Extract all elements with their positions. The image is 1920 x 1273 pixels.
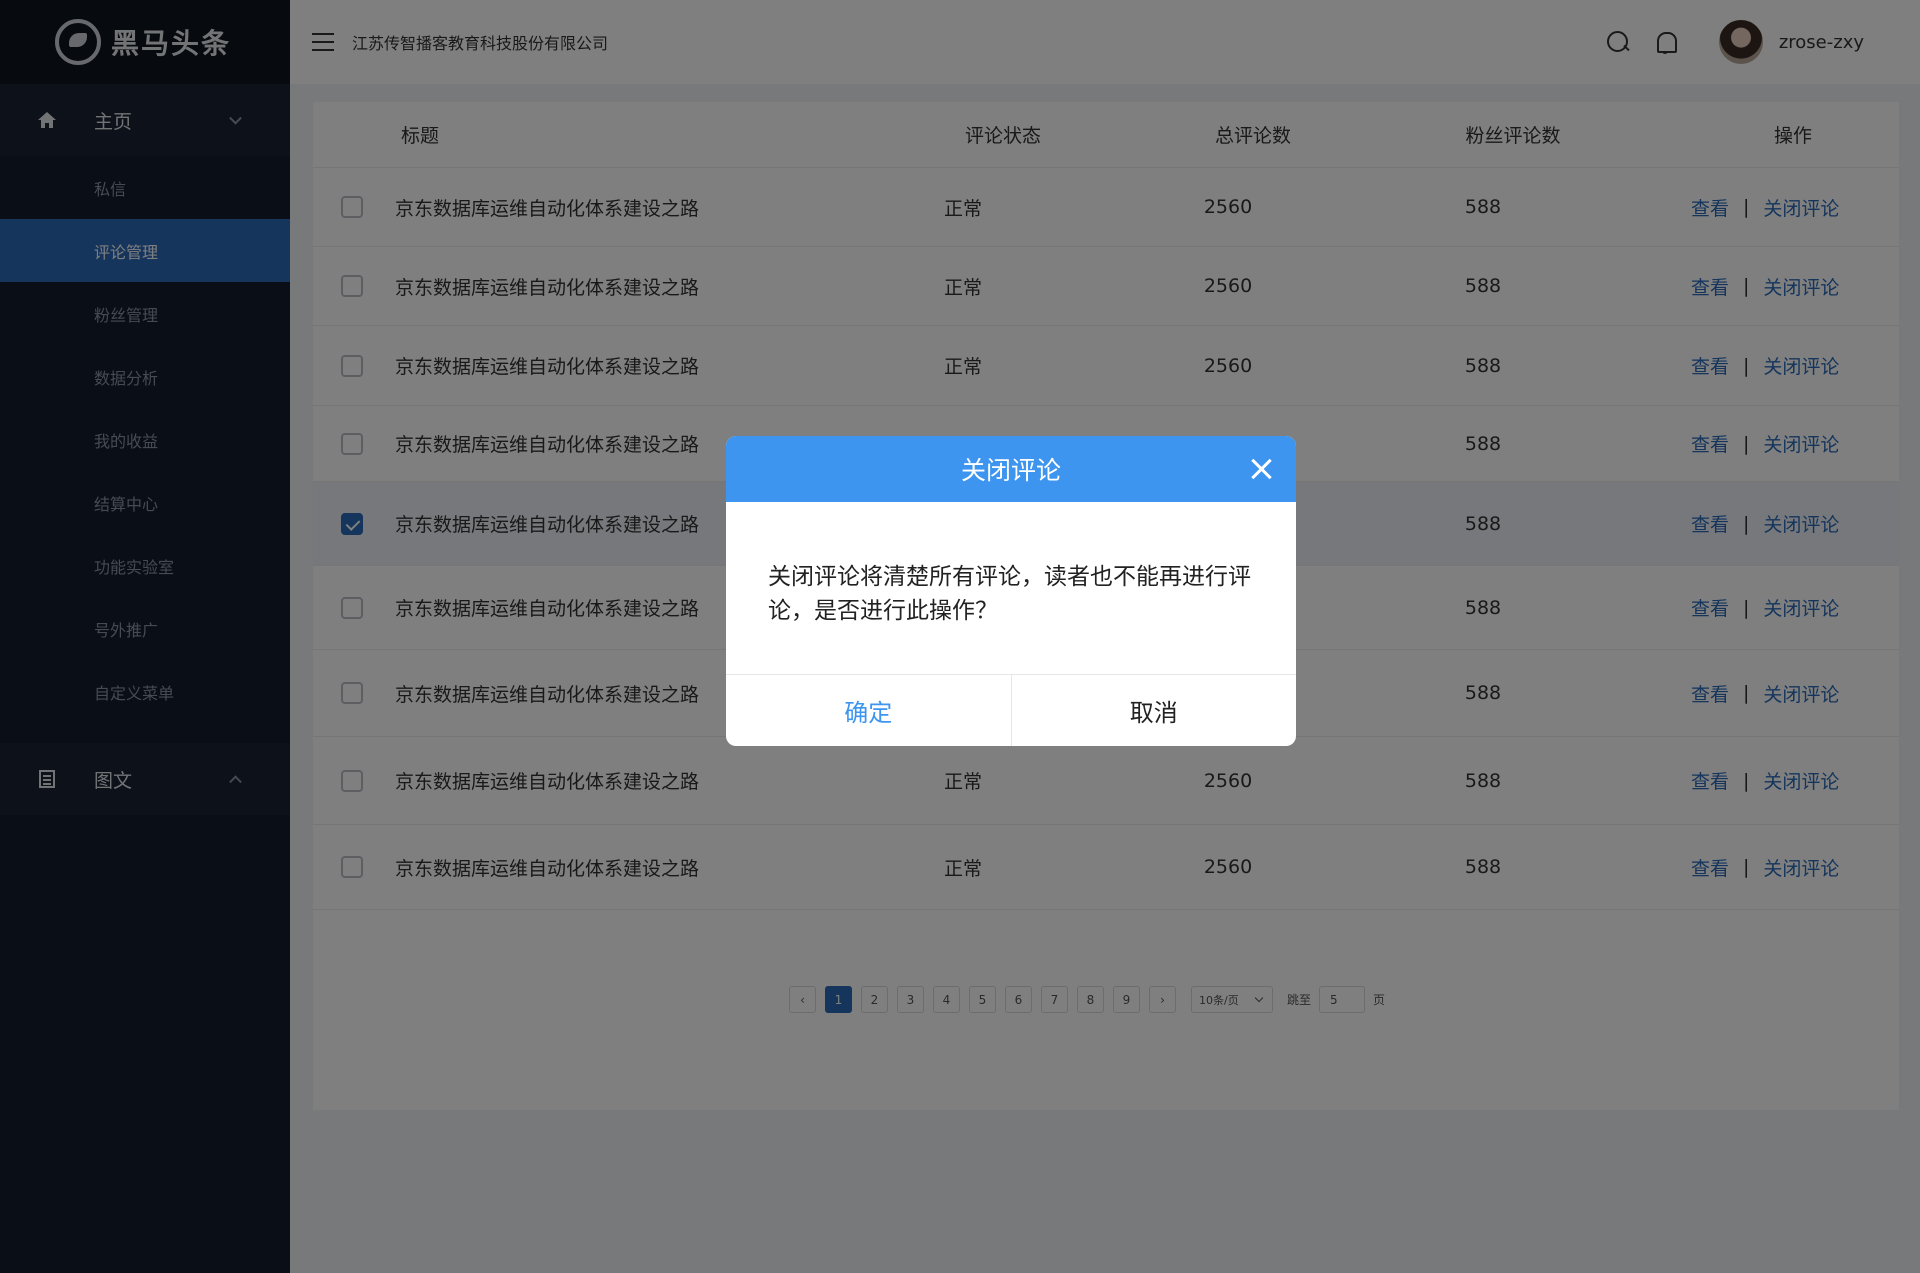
- cancel-button[interactable]: 取消: [1012, 675, 1297, 746]
- dialog-header: 关闭评论: [726, 436, 1296, 502]
- dialog-message: 关闭评论将清楚所有评论，读者也不能再进行评论，是否进行此操作？: [768, 564, 1251, 624]
- close-comments-dialog: 关闭评论 关闭评论将清楚所有评论，读者也不能再进行评论，是否进行此操作？ 确定 …: [726, 436, 1296, 746]
- close-icon[interactable]: [1248, 456, 1274, 482]
- dialog-footer: 确定 取消: [726, 674, 1296, 746]
- confirm-button[interactable]: 确定: [726, 675, 1012, 746]
- dialog-title: 关闭评论: [960, 456, 1061, 485]
